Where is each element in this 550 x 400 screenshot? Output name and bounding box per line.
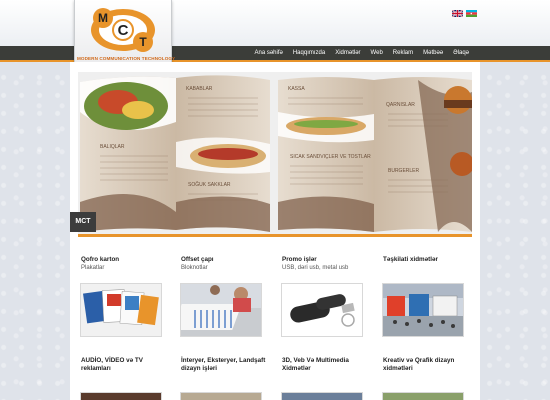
nav-printing[interactable]: Mətbəə (418, 46, 448, 60)
service-card-interior[interactable]: İnteryer, Eksteryer, Landşaft dizayn işl… (181, 357, 273, 373)
service-card-offset[interactable]: Offset çapı Bloknotlar (181, 256, 273, 272)
hero-slider[interactable]: BALIQLAR KABABLAR SOĞUK SAKKLAR KASSA QA… (78, 72, 472, 234)
azerbaijan-flag-icon[interactable] (466, 10, 477, 17)
menu-heading-6: SICAK SANDVIÇLER VE TOSTLAR (290, 154, 371, 160)
menu-heading-3: SOĞUK SAKKLAR (188, 181, 231, 188)
nav-advertising[interactable]: Reklam (388, 46, 418, 60)
service-subtitle: Bloknotlar (181, 265, 208, 271)
service-thumb-audio-video[interactable] (81, 393, 161, 400)
service-card-audio-video[interactable]: AUDİO, VİDEO və TV reklamları (81, 357, 173, 373)
service-thumb-offset[interactable] (181, 284, 261, 336)
usb-thumbnail-image (282, 284, 362, 336)
slider-accent-strip (78, 234, 472, 237)
language-switcher (452, 10, 477, 17)
service-title: 3D, Veb Və Multimedia Xidmətlər (282, 357, 349, 372)
service-card-events[interactable]: Təşkilati xidmətlər (383, 256, 475, 264)
menu-heading-2: KABABLAR (186, 86, 213, 92)
service-thumb-promo[interactable] (282, 284, 362, 336)
service-title: Kreativ və Qrafik dizayn xidmətləri (383, 357, 455, 372)
menu-heading-5: QARNISLAR (386, 102, 415, 108)
service-card-3d-web[interactable]: 3D, Veb Və Multimedia Xidmətlər (282, 357, 374, 373)
service-card-poster[interactable]: Qofro karton Plakatlar (81, 256, 173, 272)
menu-showcase-image: BALIQLAR KABABLAR SOĞUK SAKKLAR KASSA QA… (78, 72, 472, 234)
nav-home[interactable]: Ana səhifə (249, 46, 287, 60)
main-nav: Ana səhifə Haqqımızda Xidmətlər Web Rekl… (249, 46, 474, 60)
menu-heading-1: BALIQLAR (100, 144, 125, 150)
menu-heading-7: BURGERLER (388, 168, 420, 174)
service-title: AUDİO, VİDEO və TV reklamları (81, 357, 143, 372)
logo-text: MODERN COMMUNICATION TECHNOLOGY (77, 56, 176, 61)
service-thumb-3d-web[interactable] (282, 393, 362, 400)
nav-web[interactable]: Web (366, 46, 388, 60)
nav-services[interactable]: Xidmətlər (330, 46, 365, 60)
logo-initial-t: T (139, 35, 147, 49)
poster-thumbnail-image (81, 284, 161, 336)
service-title: Offset çapı (181, 256, 214, 263)
nav-about[interactable]: Haqqımızda (288, 46, 330, 60)
service-card-graphic-design[interactable]: Kreativ və Qrafik dizayn xidmətləri (383, 357, 475, 373)
service-thumb-graphic-design[interactable] (383, 393, 463, 400)
exhibition-thumbnail-image (383, 284, 463, 336)
logo-initial-c: C (118, 22, 129, 39)
service-title: Təşkilati xidmətlər (383, 256, 438, 263)
service-title: İnteryer, Eksteryer, Landşaft dizayn işl… (181, 357, 266, 372)
service-subtitle: USB, dəri usb, metal usb (282, 265, 349, 271)
slider-caption: MCT (70, 212, 96, 232)
service-title: Promo işlər (282, 256, 317, 263)
service-thumb-interior[interactable] (181, 393, 261, 400)
offset-print-thumbnail-image (181, 284, 261, 336)
logo-mark-icon: M C T (91, 8, 155, 52)
menu-heading-4: KASSA (288, 86, 305, 92)
service-thumb-events[interactable] (383, 284, 463, 336)
service-thumb-poster[interactable] (81, 284, 161, 336)
nav-contact[interactable]: Əlaqə (448, 46, 474, 60)
service-subtitle: Plakatlar (81, 265, 105, 271)
service-card-promo[interactable]: Promo işlər USB, dəri usb, metal usb (282, 256, 374, 272)
english-flag-icon[interactable] (452, 10, 463, 17)
logo-initial-m: M (98, 11, 108, 25)
service-title: Qofro karton (81, 256, 120, 263)
site-logo[interactable]: M C T MODERN COMMUNICATION TECHNOLOGY (74, 0, 176, 71)
